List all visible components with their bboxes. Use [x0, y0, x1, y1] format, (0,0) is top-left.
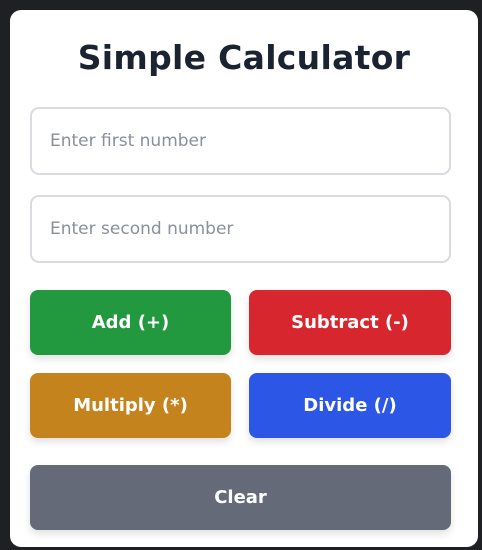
divide-button[interactable]: Divide (/)	[249, 373, 451, 438]
add-button[interactable]: Add (+)	[30, 290, 231, 355]
calculator-card: Simple Calculator Add (+) Subtract (-) M…	[10, 10, 478, 547]
multiply-button[interactable]: Multiply (*)	[30, 373, 231, 438]
first-number-input[interactable]	[30, 107, 451, 175]
page-title: Simple Calculator	[77, 38, 411, 77]
subtract-button[interactable]: Subtract (-)	[249, 290, 451, 355]
clear-button[interactable]: Clear	[30, 465, 451, 530]
second-number-input[interactable]	[30, 195, 451, 263]
